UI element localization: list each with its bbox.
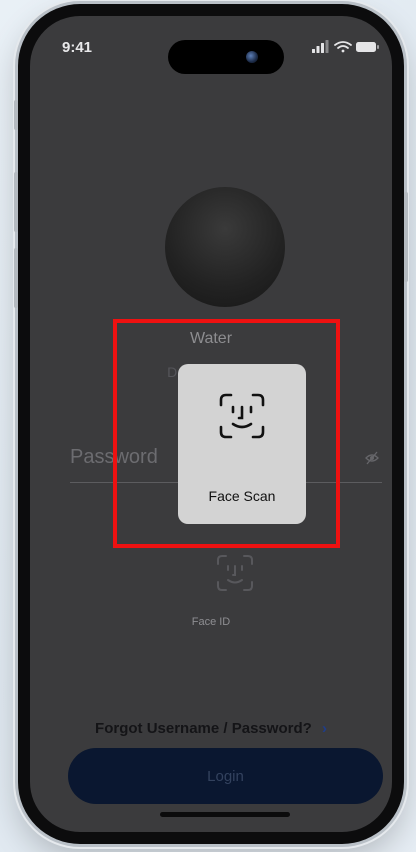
side-button (14, 248, 18, 308)
chevron-right-icon: › (321, 720, 327, 737)
dynamic-island (168, 40, 284, 74)
eye-slash-icon[interactable] (364, 450, 380, 466)
camera-icon (246, 51, 258, 63)
face-id-label: Face ID (191, 616, 231, 628)
side-button (404, 192, 408, 282)
side-button (14, 172, 18, 232)
wifi-icon (334, 41, 352, 53)
avatar (165, 187, 285, 307)
face-id-icon (219, 393, 265, 439)
side-button (14, 100, 18, 130)
home-indicator (160, 812, 290, 817)
login-button[interactable]: Login (68, 748, 383, 804)
username: Water (189, 330, 233, 347)
signal-icon (312, 40, 329, 53)
face-scan-dialog: Face Scan (178, 364, 306, 524)
battery-icon (356, 42, 379, 52)
forgot-link-text: Forgot Username / Password? (95, 720, 312, 737)
password-field[interactable]: Password (70, 446, 158, 469)
forgot-credentials-link[interactable]: Forgot Username / Password? › (30, 720, 392, 737)
status-icons (312, 40, 379, 53)
screen: 9:41 Water Da••••••••O1 Password (30, 16, 392, 832)
status-time: 9:41 (62, 39, 93, 56)
face-scan-label: Face Scan (208, 488, 276, 504)
face-id-icon[interactable] (215, 553, 255, 593)
